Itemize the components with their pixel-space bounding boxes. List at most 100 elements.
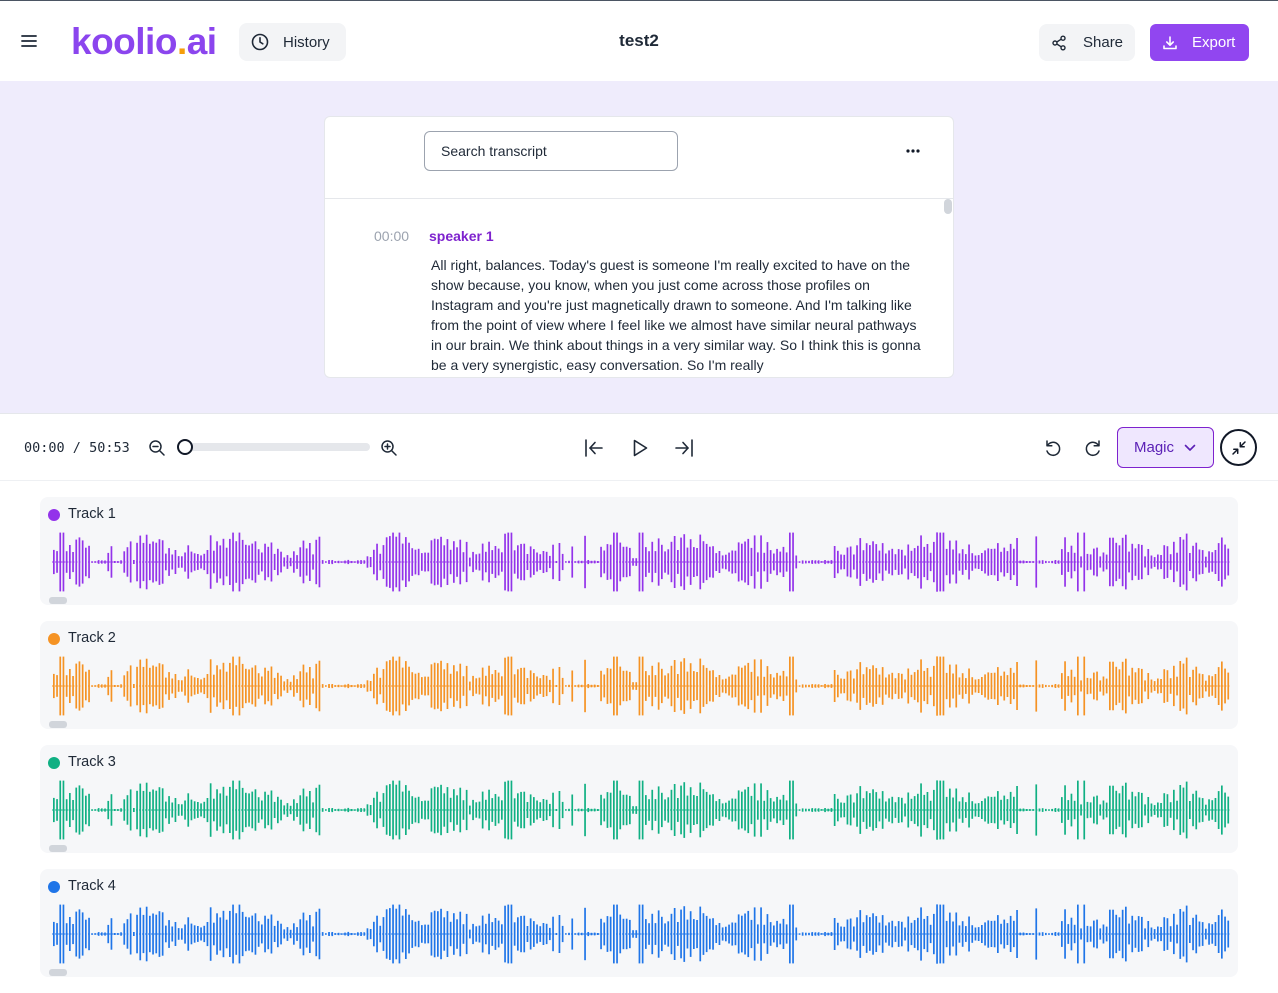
transcript-scrollbar[interactable] [944,199,952,214]
waveform-bar [363,808,366,812]
more-options-button[interactable] [903,141,923,161]
track-waveform[interactable] [52,902,1230,966]
waveform-bar [1221,909,1223,959]
waveform-bar [289,681,292,691]
waveform-bar [171,926,174,942]
waveform-bar [142,914,145,954]
logo[interactable]: koolio.ai [71,19,217,65]
waveform-bar [385,909,388,959]
waveform-bar [593,684,596,688]
waveform-bar [376,915,378,953]
zoom-slider[interactable] [180,443,370,451]
waveform-bar [325,685,327,687]
waveform-bar [1179,909,1182,959]
waveform-bar [449,797,452,823]
waveform-bar [581,560,583,564]
track-waveform[interactable] [52,530,1230,594]
waveform-bar [766,542,769,582]
waveform-bar [1029,561,1031,563]
waveform-bar [392,656,394,716]
track-resize-handle[interactable] [49,721,67,728]
history-button[interactable]: History [239,23,346,61]
waveform-bar [971,553,974,571]
waveform-bar [510,780,513,840]
waveform-bar [929,800,932,820]
waveform-bar [344,932,346,936]
waveform-bar [1102,552,1105,572]
menu-button[interactable] [18,29,40,53]
waveform-bar [1169,678,1172,694]
waveform-bar [609,916,612,952]
track-waveform[interactable] [52,778,1230,842]
track-1[interactable]: Track 1 [40,497,1238,605]
waveform-bar [488,913,490,955]
collapse-button[interactable] [1220,429,1257,466]
waveform-bar [526,678,529,694]
waveform-bar [395,784,398,836]
ellipsis-icon [906,149,920,153]
share-button[interactable]: Share [1039,24,1135,61]
play-icon[interactable] [628,436,652,460]
waveform-bar [638,532,641,592]
transcript-timestamp[interactable]: 00:00 [374,228,409,244]
waveform-bar [270,790,273,830]
export-button[interactable]: Export [1150,24,1249,61]
skip-to-start-icon[interactable] [582,436,606,460]
waveform-bar [593,932,596,936]
undo-icon[interactable] [1042,437,1064,459]
waveform-bar [193,677,196,695]
track-waveform[interactable] [52,654,1230,718]
waveform-bar [888,550,890,574]
waveform-bar [193,801,196,819]
search-input[interactable] [424,131,678,171]
waveform-bar [990,920,993,947]
zoom-in-icon[interactable] [380,439,398,457]
waveform-bar [1166,546,1169,578]
track-4[interactable]: Track 4 [40,869,1238,977]
waveform-bar [907,916,910,952]
waveform-bar [142,542,145,582]
waveform-bar [261,676,263,696]
track-resize-handle[interactable] [49,597,67,604]
waveform-bar [97,808,100,812]
waveform-bar [232,904,234,964]
waveform-bar [686,919,689,949]
waveform-bar [315,539,318,585]
waveform-bar [437,539,439,585]
waveform-bar [165,553,167,571]
waveform-bar [574,561,577,563]
waveform-bar [1035,536,1038,588]
waveform-bar [155,914,158,954]
waveform-bar [958,677,961,695]
speaker-label[interactable]: speaker 1 [429,228,494,244]
clock-icon [251,33,269,51]
waveform-bar [875,544,878,580]
waveform-bar [529,794,532,826]
waveform-bar [792,780,794,840]
waveform-bar [485,675,487,697]
waveform-bar [936,904,938,964]
waveform-bar [1096,919,1098,949]
waveform-bar [648,923,650,945]
waveform-bar [174,674,177,698]
waveform-bar [1217,543,1220,581]
skip-to-end-icon[interactable] [672,436,696,460]
track-2[interactable]: Track 2 [40,621,1238,729]
magic-dropdown[interactable]: Magic [1117,427,1214,468]
track-3[interactable]: Track 3 [40,745,1238,853]
transcript-text[interactable]: All right, balances. Today's guest is so… [431,255,921,375]
redo-icon[interactable] [1082,437,1104,459]
track-resize-handle[interactable] [49,969,67,976]
waveform-bar [238,904,241,964]
waveform-bar [984,798,986,822]
waveform-bar [616,532,618,592]
waveform-bar [757,676,759,696]
waveform-bar [661,916,663,952]
zoom-slider-handle[interactable] [177,439,193,455]
waveform-bar [1102,800,1105,820]
track-resize-handle[interactable] [49,845,67,852]
waveform-bar [1227,796,1230,824]
zoom-out-icon[interactable] [148,439,166,457]
waveform-bar [1003,547,1006,577]
waveform-bar [635,558,638,566]
